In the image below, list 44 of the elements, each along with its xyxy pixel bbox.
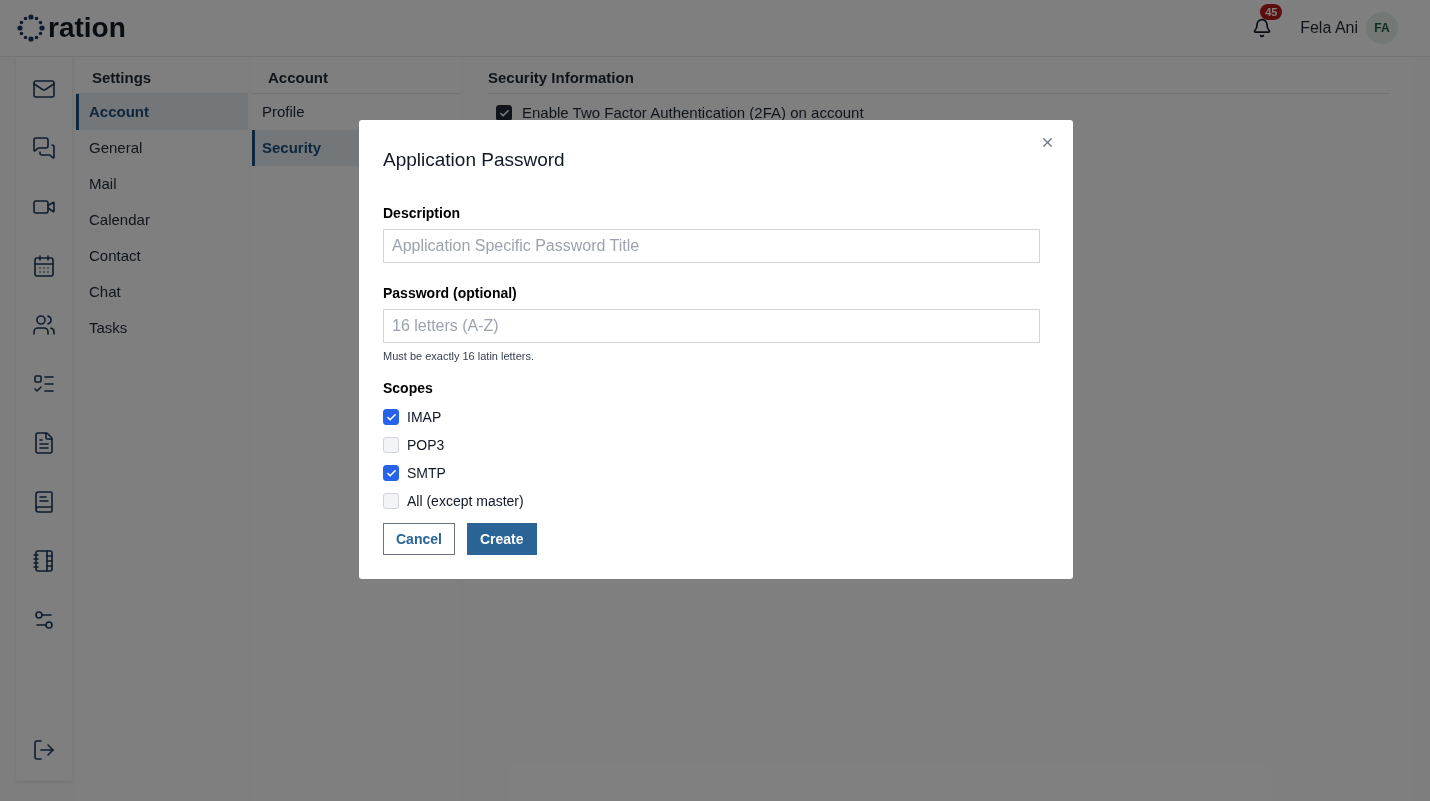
two-factor-checkbox[interactable] xyxy=(496,105,512,122)
logout-icon[interactable] xyxy=(32,738,56,762)
checkmark-icon xyxy=(385,467,397,479)
scope-label: IMAP xyxy=(407,407,442,427)
scopes-label: Scopes xyxy=(383,379,434,398)
scope-label: All (except master) xyxy=(407,491,524,511)
security-heading: Security Information xyxy=(488,57,1390,94)
field-label: Password (optional) xyxy=(383,283,518,303)
book-icon[interactable] xyxy=(32,490,56,514)
user-avatar[interactable]: FA xyxy=(1366,12,1398,44)
checkmark-icon xyxy=(498,107,510,119)
scope-checkbox[interactable] xyxy=(383,409,399,425)
field-label: Description xyxy=(383,203,461,223)
account-heading: Account xyxy=(252,57,460,94)
settings-icon[interactable] xyxy=(32,608,56,632)
scope-checkbox[interactable] xyxy=(383,465,399,481)
people-icon[interactable] xyxy=(32,313,56,337)
chat-icon[interactable] xyxy=(32,136,56,160)
mail-icon[interactable] xyxy=(32,77,56,101)
field-hint: Must be exactly 16 latin letters. xyxy=(383,348,535,364)
scope-label: POP3 xyxy=(407,435,445,455)
create-button[interactable]: Create xyxy=(466,523,537,555)
settings-menu-item[interactable]: Contact xyxy=(76,238,248,274)
settings-menu-item[interactable]: Account xyxy=(76,94,248,130)
close-icon[interactable] xyxy=(1040,135,1055,150)
input-field[interactable]: 16 letters (A-Z) xyxy=(383,308,1040,343)
calendar-icon[interactable] xyxy=(32,254,56,278)
notification-bell-icon[interactable] xyxy=(1252,18,1273,38)
settings-menu-item[interactable]: Tasks xyxy=(76,310,248,346)
notebook-icon[interactable] xyxy=(32,549,56,573)
checkmark-icon xyxy=(385,411,397,423)
logo-icon xyxy=(16,13,46,43)
input-field[interactable]: Application Specific Password Title xyxy=(383,228,1040,263)
settings-menu-item[interactable]: Chat xyxy=(76,274,248,310)
scope-label: SMTP xyxy=(407,463,446,483)
user-name[interactable]: Fela Ani xyxy=(1300,16,1358,40)
cancel-button[interactable]: Cancel xyxy=(383,523,455,555)
settings-menu-item[interactable]: Calendar xyxy=(76,202,248,238)
settings-menu-item[interactable]: Mail xyxy=(76,166,248,202)
logo-text: ration xyxy=(48,11,126,45)
settings-menu-item[interactable]: General xyxy=(76,130,248,166)
notification-count: 45 xyxy=(1260,4,1283,20)
document-icon[interactable] xyxy=(32,431,56,455)
two-factor-label: Enable Two Factor Authentication (2FA) on account xyxy=(522,103,864,123)
